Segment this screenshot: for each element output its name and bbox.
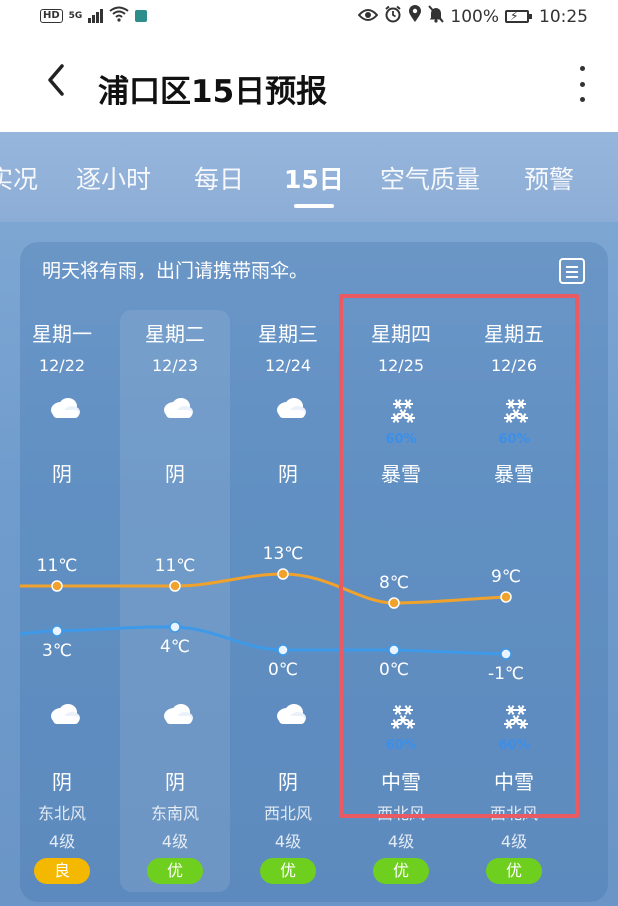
aqi-badge: 优 (373, 858, 429, 884)
weekday-label: 星期三 (258, 322, 318, 346)
cloudy-icon (160, 700, 193, 732)
wind-level: 4级 (500, 832, 528, 851)
back-button[interactable] (46, 62, 66, 107)
day-condition: 阴 (165, 462, 185, 486)
high-temp-point (277, 568, 289, 580)
battery-percent: 100% (450, 6, 499, 27)
low-temp-point (277, 644, 289, 656)
low-temp-point (169, 621, 181, 633)
alarm-icon (384, 5, 402, 28)
cloudy-icon (160, 394, 193, 426)
day-condition: 阴 (52, 462, 72, 486)
cloudy-icon (47, 700, 80, 732)
date-label: 12/23 (151, 356, 199, 375)
top-bar: HD 5G 100% ⚡ 10:25 浦口区15日预报 (0, 0, 618, 132)
cloudy-icon (273, 700, 306, 732)
status-right: 100% ⚡ 10:25 (358, 5, 588, 28)
date-label: 12/24 (264, 356, 312, 375)
low-temp-label: 0℃ (268, 660, 298, 680)
tab-air-quality[interactable]: 空气质量 (380, 160, 480, 196)
low-temp-label: 3℃ (42, 641, 72, 661)
cloudy-icon (273, 394, 306, 426)
mute-icon (428, 5, 445, 28)
aqi-badge: 优 (260, 858, 316, 884)
tab-bar: 实况 逐小时 每日 15日 空气质量 预警 (0, 132, 618, 222)
tab-live[interactable]: 实况 (0, 160, 38, 196)
page-title: 浦口区15日预报 (98, 74, 328, 110)
hd-badge: HD (40, 9, 63, 23)
active-tab-indicator (294, 204, 334, 208)
aqi-badge: 优 (486, 858, 542, 884)
tab-15day[interactable]: 15日 (284, 160, 344, 196)
high-temp-label: 13℃ (262, 544, 304, 564)
day-condition: 阴 (278, 462, 298, 486)
night-condition: 阴 (52, 770, 72, 794)
list-icon[interactable] (559, 258, 585, 284)
aqi-badge: 良 (34, 858, 90, 884)
signal-icon (88, 9, 104, 23)
aqi-badge: 优 (147, 858, 203, 884)
low-temp-point (51, 625, 63, 637)
wind-level: 4级 (387, 832, 415, 851)
high-temp-point (51, 580, 63, 592)
weekday-label: 星期一 (32, 322, 92, 346)
tab-warning[interactable]: 预警 (524, 160, 574, 196)
status-left: HD 5G (40, 6, 148, 26)
wind-level: 4级 (48, 832, 76, 851)
night-condition: 阴 (165, 770, 185, 794)
night-condition: 阴 (278, 770, 298, 794)
wind-direction: 西北风 (263, 804, 312, 823)
battery-icon: ⚡ (505, 9, 532, 23)
wind-level: 4级 (274, 832, 302, 851)
weekday-label: 星期二 (145, 322, 205, 346)
tab-daily[interactable]: 每日 (194, 160, 244, 196)
wifi-icon (109, 6, 129, 26)
highlight-box (339, 294, 579, 818)
high-temp-label: 11℃ (154, 556, 196, 576)
cloudy-icon (47, 394, 80, 426)
more-menu-icon[interactable] (578, 66, 586, 102)
rain-tip: 明天将有雨，出门请携带雨伞。 (42, 260, 309, 282)
high-temp-label: 11℃ (36, 556, 78, 576)
eye-icon (358, 7, 379, 27)
app-header: 浦口区15日预报 (0, 52, 618, 116)
low-temp-label: 4℃ (160, 637, 190, 657)
wind-level: 4级 (161, 832, 189, 851)
wind-direction: 东北风 (37, 804, 86, 823)
high-temp-point (169, 580, 181, 592)
location-icon (408, 5, 422, 28)
wind-direction: 东南风 (150, 804, 199, 823)
date-label: 12/22 (38, 356, 86, 375)
status-bar: HD 5G 100% ⚡ 10:25 (0, 0, 618, 32)
app-notification-icon (135, 10, 148, 22)
net-type-label: 5G (68, 11, 83, 21)
tab-hourly[interactable]: 逐小时 (76, 160, 151, 196)
status-time: 10:25 (539, 6, 588, 27)
